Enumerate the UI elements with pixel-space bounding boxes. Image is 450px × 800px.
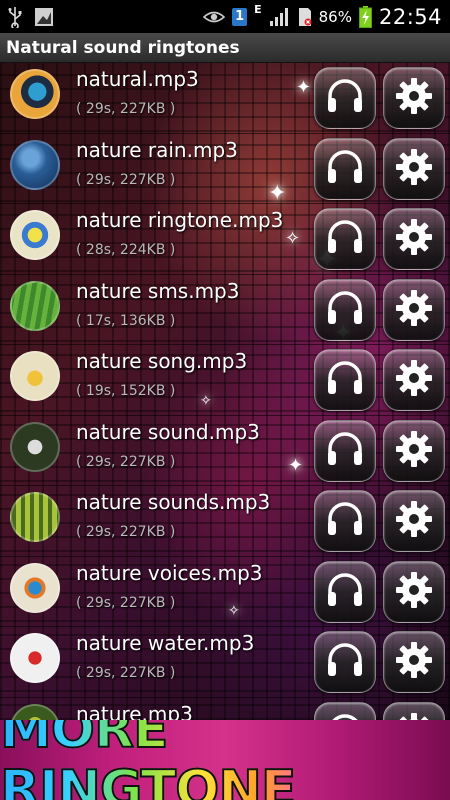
headphones-icon <box>323 568 367 616</box>
app-title-bar: Natural sound ringtones <box>0 33 450 63</box>
headphones-icon <box>323 427 367 475</box>
list-item[interactable]: nature sounds.mp3 ( 29s, 227KB ) <box>0 486 450 557</box>
list-item[interactable]: nature sound.mp3 ( 29s, 227KB ) <box>0 416 450 486</box>
play-button[interactable] <box>314 278 376 341</box>
settings-button[interactable] <box>383 137 445 200</box>
settings-button[interactable] <box>383 278 445 341</box>
ringtone-name: nature sms.mp3 <box>76 278 240 303</box>
ringtone-name: nature song.mp3 <box>76 349 248 373</box>
play-button[interactable] <box>314 419 376 482</box>
bird-thumbnail <box>10 210 60 260</box>
ringtone-meta: ( 17s, 136KB ) <box>76 312 176 329</box>
headphones-icon <box>323 638 367 686</box>
list-item[interactable]: nature sms.mp3 ( 17s, 136KB ) <box>0 275 450 345</box>
forest-thumbnail <box>10 492 60 542</box>
ringtone-name: nature ringtone.mp3 <box>76 208 284 232</box>
ringtone-meta: ( 29s, 227KB ) <box>76 101 176 117</box>
rain-thumbnail <box>10 139 60 190</box>
battery-percent: 86% <box>318 7 352 26</box>
signal-icon <box>269 7 291 27</box>
battery-charging-icon <box>358 5 372 28</box>
play-button[interactable] <box>314 490 376 552</box>
app-title: Natural sound ringtones <box>6 37 240 58</box>
list-item[interactable]: nature ringtone.mp3 ( 28s, 224KB ) <box>0 204 450 275</box>
sim-1-icon: 1 <box>232 7 248 26</box>
settings-button[interactable] <box>383 560 445 623</box>
settings-button[interactable] <box>383 631 445 693</box>
settings-button[interactable] <box>383 490 445 552</box>
ringtone-meta: ( 28s, 224KB ) <box>76 242 176 258</box>
play-button[interactable] <box>314 137 376 200</box>
banner-text: MORE RINGTONE <box>0 720 450 800</box>
ringtone-name: nature sounds.mp3 <box>76 490 271 514</box>
gear-icon <box>393 498 435 544</box>
play-button[interactable] <box>314 701 376 720</box>
play-button[interactable] <box>314 349 376 411</box>
list-item[interactable]: nature song.mp3 ( 19s, 152KB ) <box>0 345 450 416</box>
list-item[interactable]: natural.mp3 ( 29s, 227KB ) <box>0 63 450 134</box>
bird-thumbnail <box>10 633 60 683</box>
settings-button[interactable] <box>383 349 445 411</box>
list-item[interactable]: nature.mp3 <box>0 698 450 721</box>
headphones-icon <box>323 215 367 263</box>
ringtone-name: nature.mp3 <box>76 701 193 721</box>
headphones-icon <box>323 497 367 545</box>
forest-thumbnail <box>10 703 60 720</box>
ringtone-name: nature rain.mp3 <box>76 137 238 162</box>
list-item[interactable]: nature rain.mp3 ( 29s, 227KB ) <box>0 134 450 204</box>
headphones-icon <box>323 145 367 193</box>
headphones-icon <box>323 356 367 404</box>
ringtone-meta: ( 29s, 227KB ) <box>76 594 176 611</box>
play-button[interactable] <box>314 560 376 623</box>
settings-button[interactable] <box>383 67 445 129</box>
settings-button[interactable] <box>383 701 445 720</box>
ringtone-name: nature water.mp3 <box>76 631 255 655</box>
ringtone-name: nature sound.mp3 <box>76 419 260 444</box>
headphones-icon <box>323 74 367 122</box>
network-type: E <box>254 3 262 16</box>
picture-icon <box>34 7 54 27</box>
headphones-icon <box>323 286 367 334</box>
ringtone-meta: ( 29s, 227KB ) <box>76 171 176 188</box>
ringtone-name: nature voices.mp3 <box>76 560 263 585</box>
gear-icon <box>393 75 435 121</box>
gear-icon <box>393 146 435 192</box>
gear-icon <box>393 428 435 474</box>
eye-icon <box>203 10 226 24</box>
list-item[interactable]: nature water.mp3 ( 29s, 227KB ) <box>0 627 450 698</box>
play-button[interactable] <box>314 631 376 693</box>
ringtone-meta: ( 29s, 227KB ) <box>76 524 176 540</box>
bird-thumbnail <box>10 421 60 472</box>
settings-button[interactable] <box>383 419 445 482</box>
more-ringtone-banner[interactable]: MORE RINGTONE <box>0 720 450 800</box>
list-item[interactable]: nature voices.mp3 ( 29s, 227KB ) <box>0 557 450 627</box>
leaf-thumbnail <box>10 280 60 331</box>
usb-icon <box>8 6 22 28</box>
ringtone-name: natural.mp3 <box>76 67 199 91</box>
ringtone-list[interactable]: ✦ ✦ ✧ ✦ ✦ ✧ ✦ ✧ natural.mp3 ( 29s, 227KB… <box>0 63 450 720</box>
gear-icon <box>393 710 435 720</box>
status-bar: 1 E 86% 22:54 <box>0 0 450 33</box>
play-button[interactable] <box>314 208 376 270</box>
sim-card-icon <box>298 7 312 27</box>
play-button[interactable] <box>314 67 376 129</box>
gear-icon <box>393 216 435 262</box>
settings-button[interactable] <box>383 208 445 270</box>
gear-icon <box>393 569 435 615</box>
bird-thumbnail <box>10 562 60 613</box>
gear-icon <box>393 639 435 685</box>
bird-thumbnail <box>10 69 60 119</box>
gear-icon <box>393 357 435 403</box>
headphones-icon <box>323 709 367 720</box>
gear-icon <box>393 287 435 333</box>
bird-thumbnail <box>10 351 60 401</box>
ringtone-meta: ( 19s, 152KB ) <box>76 383 176 399</box>
clock: 22:54 <box>378 4 442 29</box>
ringtone-meta: ( 29s, 227KB ) <box>76 665 176 681</box>
ringtone-meta: ( 29s, 227KB ) <box>76 453 176 470</box>
